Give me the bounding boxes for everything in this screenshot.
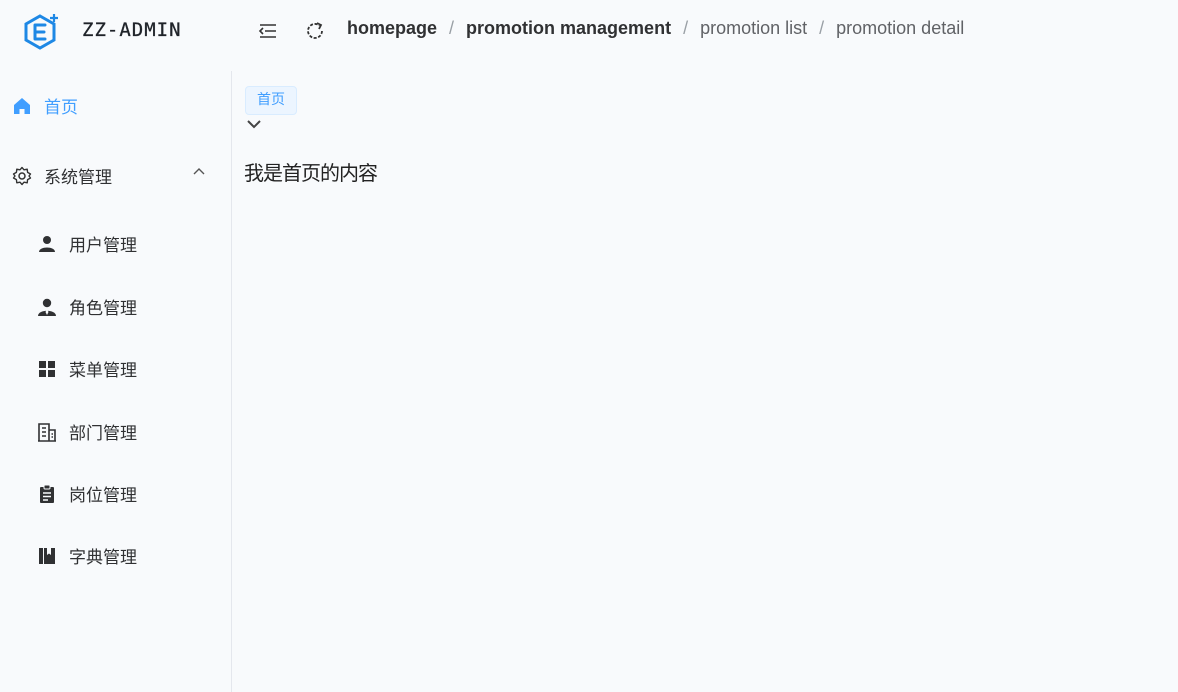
top-header: ZZ-ADMIN homepage / promotion management… (0, 0, 1178, 62)
home-icon (14, 97, 30, 114)
breadcrumb-separator: / (683, 18, 689, 38)
sidebar-item-label: 首页 (44, 98, 78, 118)
sidebar-item-label: 角色管理 (69, 299, 137, 319)
breadcrumb-item-promotion-list[interactable]: promotion list (700, 18, 807, 39)
breadcrumb-separator: / (449, 18, 455, 38)
sidebar-item-label: 字典管理 (69, 548, 137, 568)
sidebar-item-department-management[interactable]: 部门管理 (37, 419, 137, 444)
building-icon (38, 422, 56, 442)
app-logo-icon (24, 14, 58, 50)
sidebar-item-home[interactable]: 首页 (12, 93, 78, 118)
app-title: ZZ-ADMIN (82, 19, 182, 41)
sidebar-item-dictionary-management[interactable]: 字典管理 (37, 543, 137, 568)
breadcrumb: homepage / promotion management / promot… (347, 18, 964, 39)
sidebar-item-label: 岗位管理 (69, 486, 137, 506)
breadcrumb-item-promotion-detail: promotion detail (836, 18, 965, 38)
breadcrumb-item-homepage[interactable]: homepage (347, 18, 437, 39)
chevron-down-icon[interactable] (245, 117, 263, 131)
sidebar-item-role-management[interactable]: 角色管理 (37, 294, 137, 319)
sidebar-item-label: 菜单管理 (69, 361, 137, 381)
clipboard-icon (40, 484, 54, 503)
breadcrumb-item-promotion-management[interactable]: promotion management (466, 18, 671, 39)
gear-icon (12, 166, 32, 185)
sidebar-item-label: 用户管理 (69, 236, 137, 256)
user-icon (39, 235, 55, 252)
sidebar-item-post-management[interactable]: 岗位管理 (37, 481, 137, 506)
chevron-up-icon[interactable] (192, 165, 206, 179)
sidebar-item-label: 部门管理 (69, 424, 137, 444)
breadcrumb-separator: / (819, 18, 825, 38)
book-icon (39, 547, 55, 564)
sidebar-item-menu-management[interactable]: 菜单管理 (37, 356, 137, 381)
sidebar-item-label: 系统管理 (44, 168, 112, 188)
grid-icon (39, 360, 55, 377)
refresh-icon[interactable] (304, 20, 326, 42)
page-content-text: 我是首页的内容 (244, 161, 378, 185)
role-icon (38, 298, 56, 316)
sidebar-menu: 首页 系统管理 用户管理 角色管理 菜单管理 部门管理 岗位管理 字典管理 (0, 71, 232, 692)
sidebar-item-system[interactable]: 系统管理 (12, 163, 205, 188)
tab-home[interactable]: 首页 (245, 86, 297, 115)
menu-fold-icon[interactable] (257, 20, 279, 42)
main-content: 首页 我是首页的内容 (232, 71, 1178, 692)
sidebar-item-user-management[interactable]: 用户管理 (37, 231, 137, 256)
